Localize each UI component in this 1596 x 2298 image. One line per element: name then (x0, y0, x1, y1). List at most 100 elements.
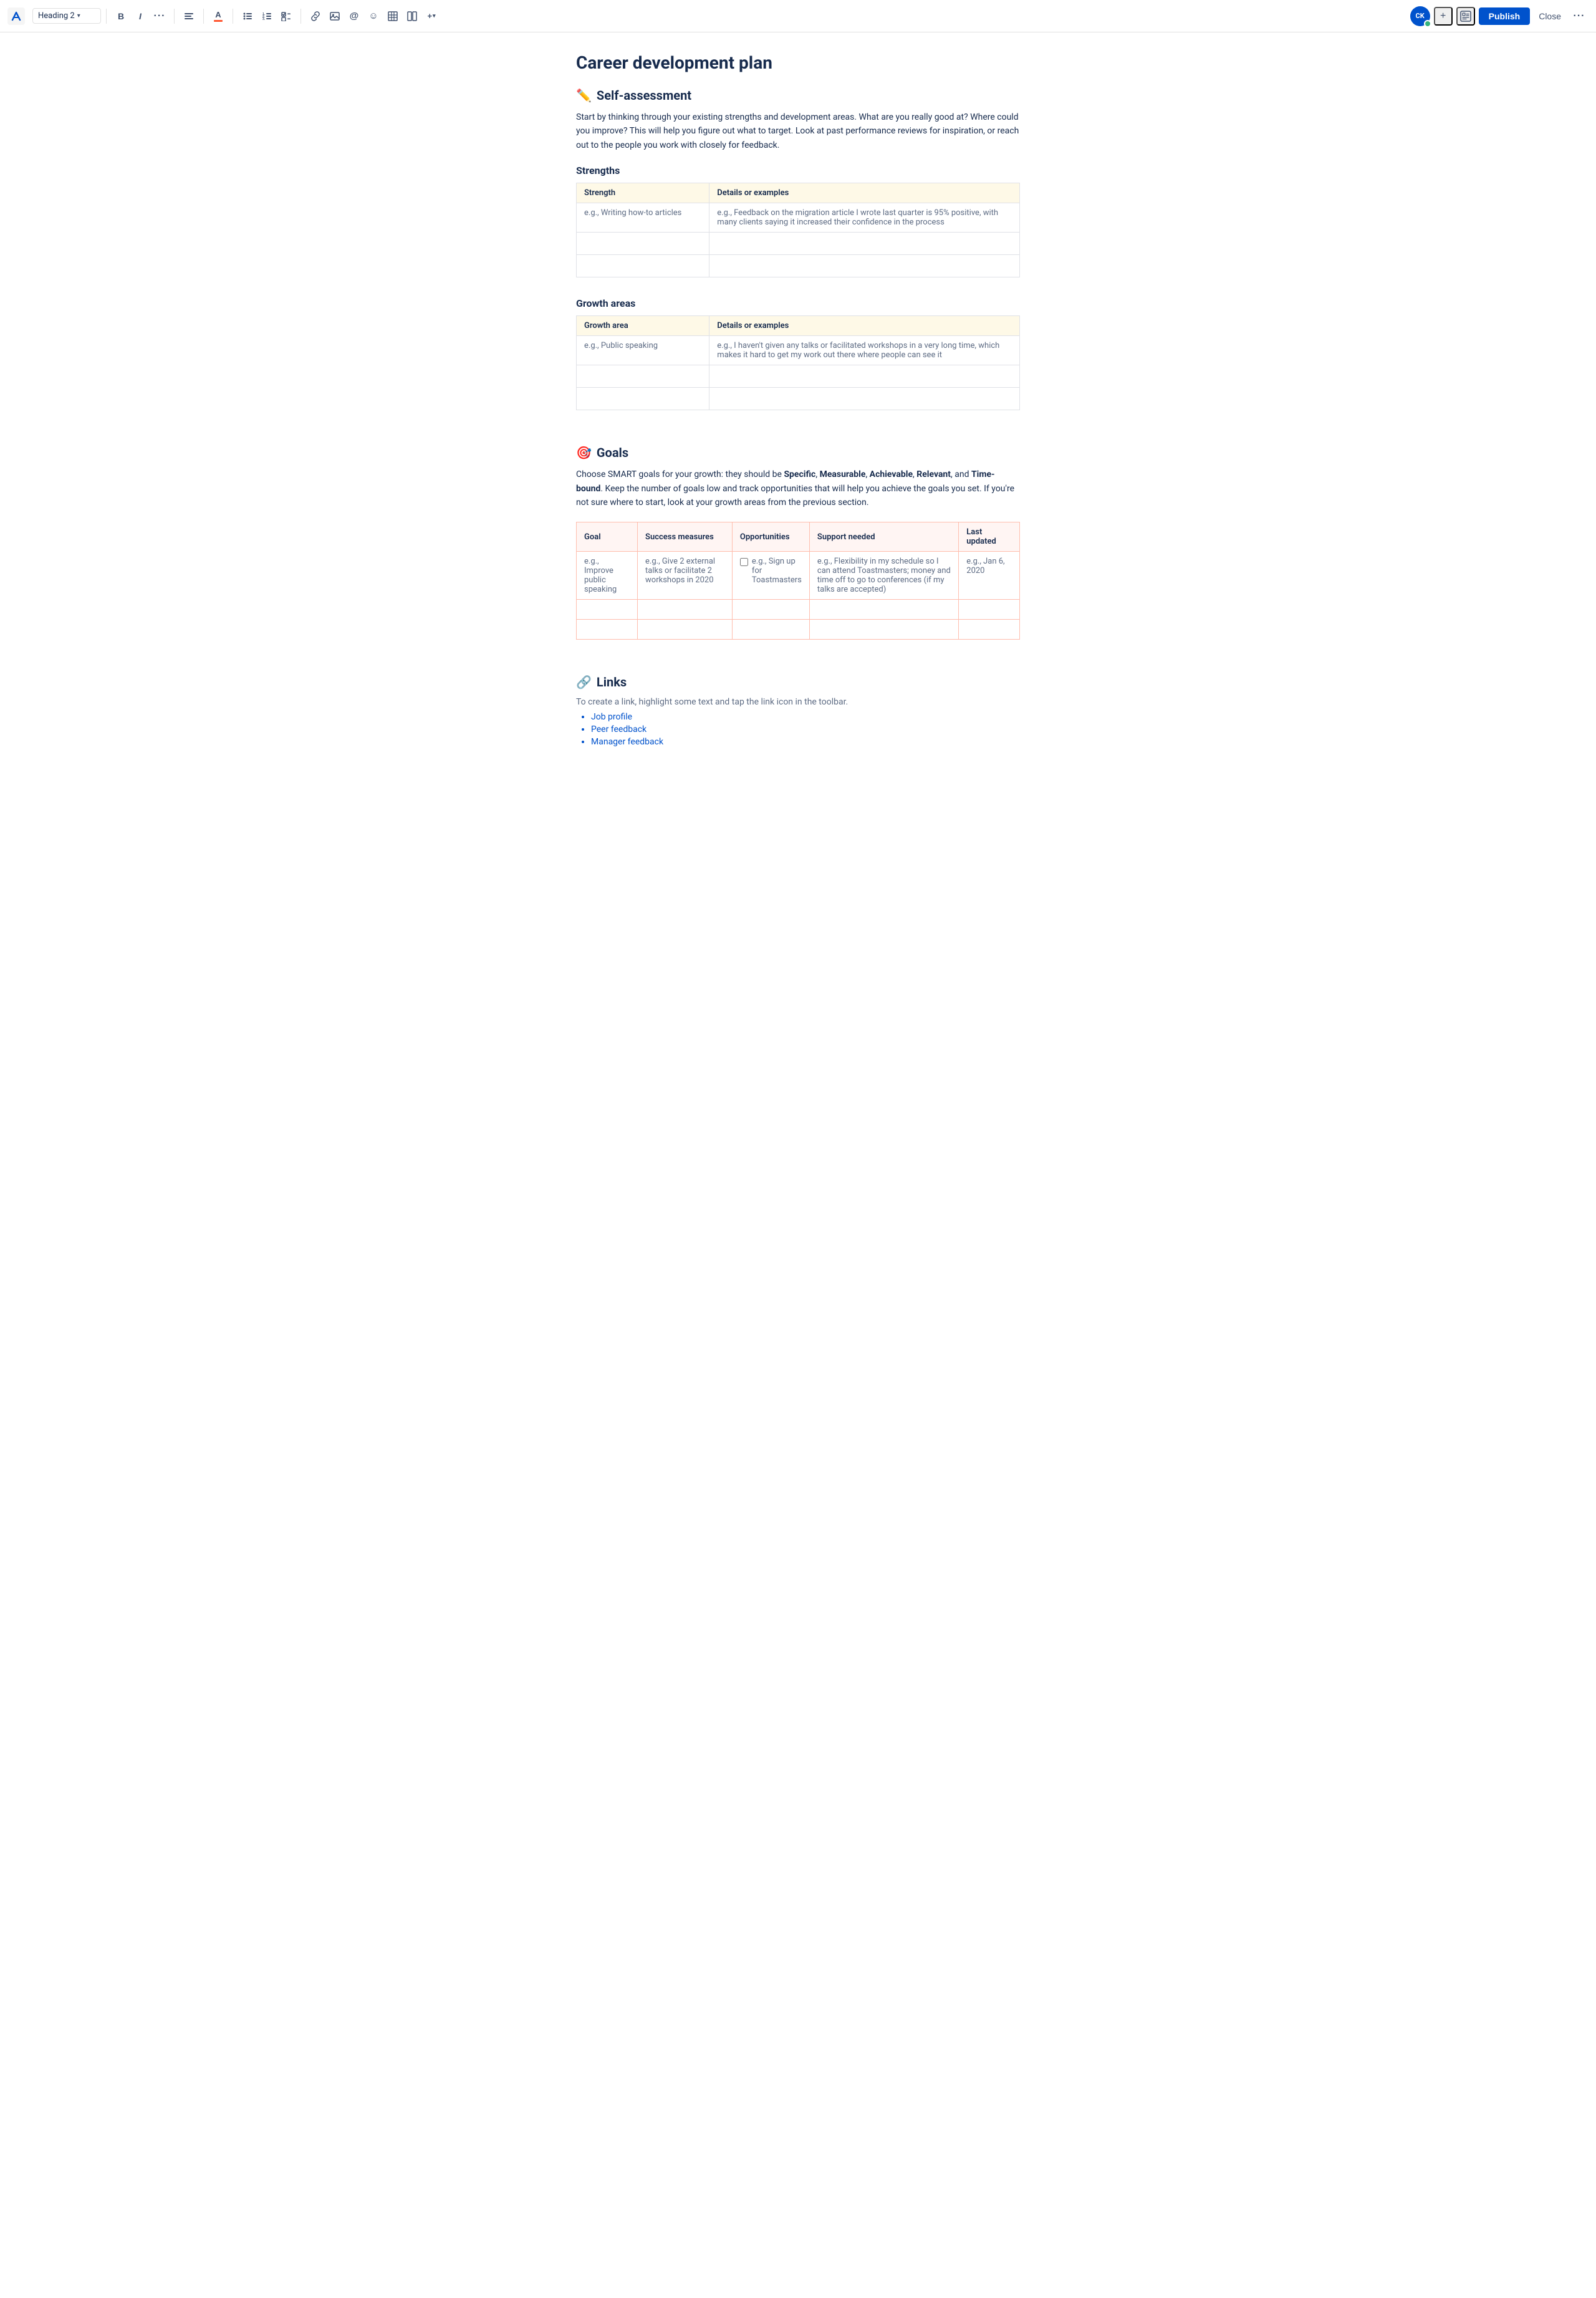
list-item[interactable]: Peer feedback (591, 724, 1020, 734)
mention-button[interactable]: @ (345, 7, 363, 26)
template-button[interactable] (1456, 7, 1475, 26)
goals-empty2-col3[interactable] (732, 620, 809, 640)
growth-empty2-col2[interactable] (709, 388, 1020, 410)
task-list-button[interactable] (277, 7, 296, 26)
goals-intro-end: . Keep the number of goals low and track… (576, 484, 1014, 507)
heading-style-select[interactable]: Heading 2 ▾ (32, 8, 101, 24)
strengths-row1-col2[interactable]: e.g., Feedback on the migration article … (709, 203, 1020, 233)
goals-col2-header: Success measures (638, 522, 733, 552)
strengths-empty1-col1[interactable] (577, 233, 709, 255)
self-assessment-intro: Start by thinking through your existing … (576, 110, 1020, 152)
strengths-empty2-col1[interactable] (577, 255, 709, 277)
table-row[interactable] (577, 388, 1020, 410)
links-heading: 🔗 Links (576, 675, 1020, 690)
page-title[interactable]: Career development plan (576, 52, 1020, 73)
publish-button[interactable]: Publish (1479, 7, 1531, 25)
goals-empty2-col1[interactable] (577, 620, 638, 640)
overflow-button[interactable]: ··· (1570, 7, 1589, 26)
goals-col1-header: Goal (577, 522, 638, 552)
toolbar-divider-3 (203, 9, 204, 24)
app-logo[interactable] (7, 7, 25, 25)
goals-table: Goal Success measures Opportunities Supp… (576, 522, 1020, 640)
table-row[interactable] (577, 620, 1020, 640)
goals-intro-bold1: Specific (784, 469, 815, 479)
strengths-header-row: Strength Details or examples (577, 183, 1020, 203)
goals-header-row: Goal Success measures Opportunities Supp… (577, 522, 1020, 552)
goals-empty1-col1[interactable] (577, 600, 638, 620)
numbered-list-button[interactable]: 1. 2. 3. (257, 7, 276, 26)
insert-more-button[interactable]: + ▾ (422, 7, 441, 26)
toolbar-divider-5 (300, 9, 301, 24)
goals-empty2-col4[interactable] (809, 620, 958, 640)
goals-section: 🎯 Goals Choose SMART goals for your grow… (576, 445, 1020, 640)
goals-row1-col3[interactable]: e.g., Sign up for Toastmasters (732, 552, 809, 600)
goals-heading-text[interactable]: Goals (597, 445, 628, 460)
goals-empty1-col3[interactable] (732, 600, 809, 620)
table-row[interactable]: e.g., Improve public speaking e.g., Give… (577, 552, 1020, 600)
strengths-col1-header: Strength (577, 183, 709, 203)
bold-button[interactable]: B (112, 7, 130, 26)
toolbar: Heading 2 ▾ B I ··· A (0, 0, 1596, 32)
add-collaborator-button[interactable]: + (1434, 7, 1453, 26)
strengths-empty2-col2[interactable] (709, 255, 1020, 277)
image-button[interactable] (325, 7, 344, 26)
growth-empty1-col2[interactable] (709, 365, 1020, 388)
links-icon: 🔗 (576, 675, 592, 690)
link-button[interactable] (306, 7, 325, 26)
links-list: Job profile Peer feedback Manager feedba… (576, 712, 1020, 747)
table-row[interactable]: e.g., Public speaking e.g., I haven't gi… (577, 336, 1020, 365)
growth-row1-col2[interactable]: e.g., I haven't given any talks or facil… (709, 336, 1020, 365)
growth-col1-header: Growth area (577, 316, 709, 336)
goals-row1-col2[interactable]: e.g., Give 2 external talks or facilitat… (638, 552, 733, 600)
italic-button[interactable]: I (131, 7, 150, 26)
align-button[interactable] (180, 7, 198, 26)
links-heading-text[interactable]: Links (597, 675, 627, 690)
strengths-subsection: Strengths Strength Details or examples e… (576, 165, 1020, 277)
table-row[interactable] (577, 365, 1020, 388)
growth-areas-subsection: Growth areas Growth area Details or exam… (576, 297, 1020, 410)
goals-empty1-col2[interactable] (638, 600, 733, 620)
growth-row1-col1[interactable]: e.g., Public speaking (577, 336, 709, 365)
svg-text:3.: 3. (262, 17, 266, 21)
goals-row1-col1[interactable]: e.g., Improve public speaking (577, 552, 638, 600)
strengths-row1-col1[interactable]: e.g., Writing how-to articles (577, 203, 709, 233)
chevron-down-icon: ▾ (77, 12, 80, 19)
columns-button[interactable] (403, 7, 421, 26)
strengths-empty1-col2[interactable] (709, 233, 1020, 255)
growth-empty2-col1[interactable] (577, 388, 709, 410)
close-button[interactable]: Close (1534, 7, 1566, 25)
table-row[interactable] (577, 600, 1020, 620)
emoji-button[interactable]: ☺ (364, 7, 383, 26)
goals-row1-col5[interactable]: e.g., Jan 6, 2020 (959, 552, 1020, 600)
goals-row1-col4[interactable]: e.g., Flexibility in my schedule so I ca… (809, 552, 958, 600)
avatar-online-badge (1424, 20, 1431, 27)
strengths-col2-header: Details or examples (709, 183, 1020, 203)
list-item[interactable]: Manager feedback (591, 737, 1020, 747)
goals-heading: 🎯 Goals (576, 445, 1020, 460)
growth-header-row: Growth area Details or examples (577, 316, 1020, 336)
goals-empty2-col2[interactable] (638, 620, 733, 640)
bullet-list-button[interactable] (238, 7, 257, 26)
list-item[interactable]: Job profile (591, 712, 1020, 722)
strengths-heading[interactable]: Strengths (576, 165, 1020, 176)
more-format-button[interactable]: ··· (150, 7, 169, 26)
goals-empty1-col5[interactable] (959, 600, 1020, 620)
insert-group: @ ☺ + ▾ (306, 7, 441, 26)
table-button[interactable] (383, 7, 402, 26)
self-assessment-heading: ✏️ Self-assessment (576, 88, 1020, 103)
text-format-group: B I ··· (112, 7, 169, 26)
avatar[interactable]: CK (1410, 6, 1430, 26)
goals-intro-text1: Choose SMART goals for your growth: they… (576, 469, 784, 479)
goals-empty2-col5[interactable] (959, 620, 1020, 640)
table-row[interactable]: e.g., Writing how-to articles e.g., Feed… (577, 203, 1020, 233)
growth-areas-heading[interactable]: Growth areas (576, 297, 1020, 309)
text-color-button[interactable]: A (209, 7, 228, 26)
toolbar-divider-1 (106, 9, 107, 24)
goals-empty1-col4[interactable] (809, 600, 958, 620)
growth-empty1-col1[interactable] (577, 365, 709, 388)
table-row[interactable] (577, 255, 1020, 277)
goals-opportunity-checkbox[interactable] (740, 558, 748, 566)
self-assessment-heading-text[interactable]: Self-assessment (597, 88, 691, 103)
table-row[interactable] (577, 233, 1020, 255)
self-assessment-section: ✏️ Self-assessment Start by thinking thr… (576, 88, 1020, 410)
